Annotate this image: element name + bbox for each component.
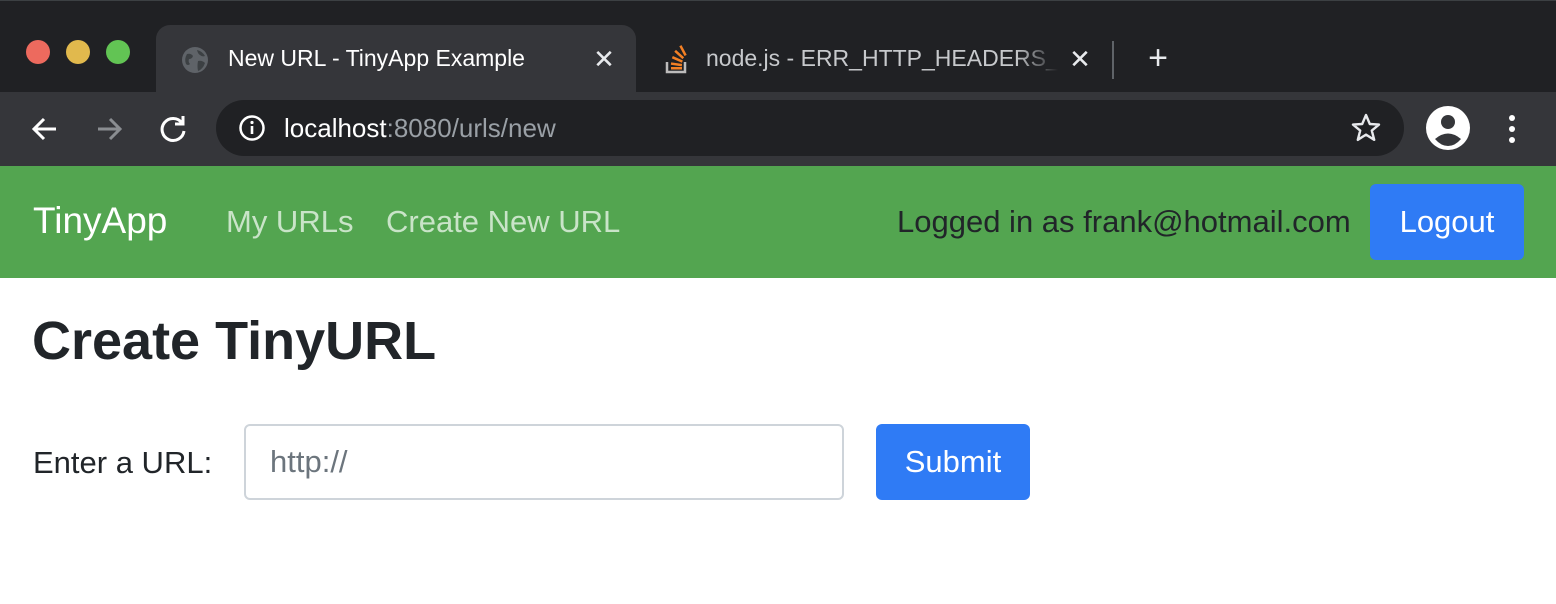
more-menu-icon[interactable] bbox=[1496, 110, 1528, 148]
page-title: Create TinyURL bbox=[32, 311, 437, 371]
close-window-button[interactable] bbox=[26, 40, 50, 64]
profile-avatar-icon[interactable] bbox=[1424, 104, 1472, 152]
tab-title: New URL - TinyApp Example bbox=[228, 45, 525, 71]
stackoverflow-icon bbox=[662, 45, 692, 75]
browser-toolbar: localhost:8080/urls/new bbox=[0, 92, 1556, 166]
new-tab-button[interactable]: + bbox=[1140, 41, 1176, 77]
tab-title: node.js - ERR_HTTP_HEADERS_SENT bbox=[706, 45, 1058, 71]
info-icon[interactable] bbox=[238, 114, 266, 142]
close-tab-icon[interactable]: ✕ bbox=[590, 45, 618, 73]
app-navbar: TinyApp My URLs Create New URL Logged in… bbox=[0, 166, 1556, 278]
nav-link-my-urls[interactable]: My URLs bbox=[226, 204, 353, 240]
maximize-window-button[interactable] bbox=[106, 40, 130, 64]
tab-stackoverflow[interactable]: node.js - ERR_HTTP_HEADERS_SENT ✕ bbox=[640, 25, 1110, 93]
address-host: localhost bbox=[284, 113, 387, 143]
tab-divider bbox=[1112, 41, 1114, 79]
url-input[interactable] bbox=[244, 424, 844, 500]
forward-arrow-icon[interactable] bbox=[90, 110, 128, 148]
back-arrow-icon[interactable] bbox=[26, 110, 64, 148]
logged-in-text: Logged in as frank@hotmail.com bbox=[897, 204, 1351, 239]
url-field-label: Enter a URL: bbox=[33, 445, 213, 480]
logout-button[interactable]: Logout bbox=[1370, 184, 1524, 260]
submit-button[interactable]: Submit bbox=[876, 424, 1030, 500]
bookmark-star-icon[interactable] bbox=[1350, 112, 1382, 144]
address-path: :8080/urls/new bbox=[386, 113, 556, 143]
address-url[interactable]: localhost:8080/urls/new bbox=[284, 113, 556, 144]
page-content: TinyApp My URLs Create New URL Logged in… bbox=[0, 166, 1556, 604]
tab-new-url[interactable]: New URL - TinyApp Example ✕ bbox=[156, 25, 636, 93]
nav-link-create-new-url[interactable]: Create New URL bbox=[386, 204, 620, 240]
browser-tabstrip: New URL - TinyApp Example ✕ node.js - ER… bbox=[0, 0, 1556, 93]
brand-link[interactable]: TinyApp bbox=[33, 200, 167, 242]
reload-icon[interactable] bbox=[154, 110, 192, 148]
globe-icon bbox=[180, 45, 210, 75]
address-bar[interactable]: localhost:8080/urls/new bbox=[216, 100, 1404, 156]
close-tab-icon[interactable]: ✕ bbox=[1066, 45, 1094, 73]
minimize-window-button[interactable] bbox=[66, 40, 90, 64]
